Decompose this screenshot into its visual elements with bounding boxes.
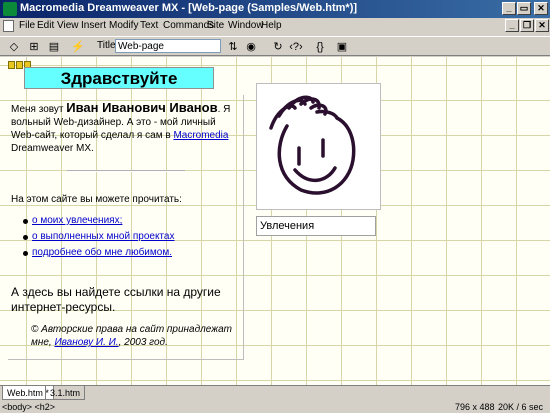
hobbies-link[interactable]: о моих увлечениях; [32, 215, 122, 226]
anchor-icon[interactable] [16, 61, 23, 69]
maximize-button[interactable]: ▭ [517, 2, 531, 15]
read-label: На этом сайте вы можете прочитать: [11, 194, 182, 205]
menu-insert[interactable]: Insert [81, 20, 106, 31]
copyright-suffix: , 2003 год. [118, 337, 168, 348]
page-title-input[interactable] [115, 39, 221, 53]
code-navigation-icon[interactable]: {} [312, 39, 328, 54]
author-name: Иван Иванович Иванов [66, 100, 218, 115]
projects-link[interactable]: о выполненных мной проектах [32, 231, 174, 242]
menu-modify[interactable]: Modify [109, 20, 138, 31]
dreamweaver-app-icon [3, 2, 17, 16]
doc-restore-button[interactable]: ❐ [520, 19, 534, 32]
intro-paragraph[interactable]: Меня зовут Иван Иванович Иванов. Я вольн… [11, 101, 239, 155]
title-bar: Macromedia Dreamweaver MX - [Web-page (S… [0, 0, 550, 18]
document-tabs: Web.htm * 3.1.htm [0, 385, 550, 402]
refresh-icon[interactable]: ↻ [270, 39, 286, 54]
doc-close-button[interactable]: ✕ [535, 19, 549, 32]
menu-edit[interactable]: Edit [37, 20, 54, 31]
status-bar: <body> <h2> 796 x 488 20K / 6 sec [0, 401, 550, 413]
smiley-face-icon [269, 95, 356, 195]
view-options-icon[interactable]: ▣ [334, 39, 350, 54]
list-item: о выполненных мной проектах [22, 231, 174, 247]
menu-text[interactable]: Text [140, 20, 158, 31]
download-size-readout: 20K / 6 sec [498, 402, 544, 412]
author-link[interactable]: Иванову И. И. [54, 337, 118, 348]
page-heading[interactable]: Здравствуйте [24, 67, 214, 89]
minimize-button[interactable]: _ [502, 2, 516, 15]
copyright-notice: © Авторские права на сайт принадлежат мн… [31, 323, 241, 349]
interests-box[interactable]: Увлечения [256, 216, 376, 236]
design-view-icon[interactable]: ▤ [46, 39, 62, 54]
document-icon[interactable] [3, 20, 14, 32]
links-paragraph: А здесь вы найдете ссылки на другие инте… [11, 285, 221, 314]
macromedia-link[interactable]: Macromedia [173, 130, 228, 141]
preview-in-browser-icon[interactable]: ◉ [243, 39, 259, 54]
horizontal-rule [67, 170, 185, 172]
about-me-link[interactable]: подробнее обо мне любимом. [32, 247, 172, 258]
tag-selector[interactable]: <body> <h2> [2, 401, 55, 413]
list-item: о моих увлечениях; [22, 215, 174, 231]
window-title: Macromedia Dreamweaver MX - [Web-page (S… [20, 2, 358, 14]
smiley-face-image[interactable] [256, 83, 381, 210]
reference-icon[interactable]: ‹?› [288, 39, 304, 54]
menu-site[interactable]: Site [207, 20, 224, 31]
menu-file[interactable]: File [19, 20, 35, 31]
menu-window[interactable]: Window [228, 20, 264, 31]
close-button[interactable]: ✕ [534, 2, 548, 15]
code-view-icon[interactable]: ◇ [6, 39, 22, 54]
split-view-icon[interactable]: ⊞ [26, 39, 42, 54]
intro-suffix: Dreamweaver MX. [11, 143, 94, 154]
intro-prefix: Меня зовут [11, 104, 67, 115]
document-toolbar: ◇ ⊞ ▤ ⚡ Title: ⇅ ◉ ↻ ‹?› {} ▣ [0, 36, 550, 56]
list-item: подробнее обо мне любимом. [22, 247, 174, 263]
menu-view[interactable]: View [57, 20, 79, 31]
tab-3-1-htm[interactable]: 3.1.htm [45, 386, 86, 400]
menu-help[interactable]: Help [261, 20, 282, 31]
window-size-readout[interactable]: 796 x 488 [455, 401, 495, 413]
anchor-icon[interactable] [8, 61, 15, 69]
menu-bar: File Edit View Insert Modify Text Comman… [0, 18, 550, 35]
live-data-icon[interactable]: ⚡ [70, 39, 86, 54]
doc-minimize-button[interactable]: _ [505, 19, 519, 32]
topics-list: о моих увлечениях; о выполненных мной пр… [22, 215, 174, 263]
file-management-icon[interactable]: ⇅ [225, 39, 241, 54]
